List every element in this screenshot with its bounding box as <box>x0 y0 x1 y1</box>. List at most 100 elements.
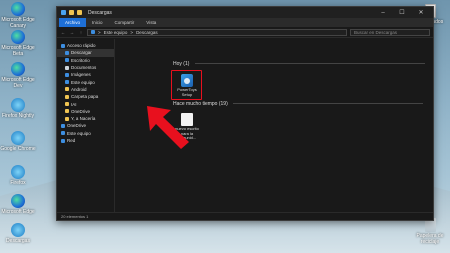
desktop-icon-label: Descargas <box>6 238 30 244</box>
sidebar-item-label: Imágenes <box>71 72 91 78</box>
computer-icon <box>91 30 95 34</box>
tab-inicio[interactable]: Inicio <box>86 18 109 27</box>
desktop-icon-label: Microsoft Edge <box>1 209 35 215</box>
sidebar-item[interactable]: Y, a Nacería <box>57 115 114 122</box>
group-header-label: Hoy (1) <box>173 61 190 67</box>
tab-vista[interactable]: Vista <box>140 18 162 27</box>
sidebar-item[interactable]: Descargar <box>57 49 114 57</box>
status-bar: 20 elementos 1 <box>57 212 433 220</box>
breadcrumb[interactable]: > Este equipo > Descargas <box>87 28 347 36</box>
quick-access-icon[interactable] <box>61 10 66 15</box>
globe-icon <box>11 165 25 179</box>
sidebar-item[interactable]: Imágenes <box>57 71 114 78</box>
sidebar-item[interactable]: IAI <box>57 100 114 107</box>
folder-icon <box>65 50 69 55</box>
ribbon-tabs: Archivo Inicio Compartir Vista <box>57 18 433 27</box>
desktop-icon[interactable]: Firefox Nightly <box>0 98 36 119</box>
sidebar-item-label: IAI <box>71 101 77 107</box>
desktop-icon[interactable]: Papelera de reciclaje <box>412 218 448 245</box>
minimize-button[interactable]: – <box>375 10 391 16</box>
sidebar-item[interactable]: OneDrive <box>57 108 114 115</box>
back-icon[interactable]: ← <box>60 30 66 35</box>
folder-icon <box>65 102 69 107</box>
sidebar-item[interactable]: Escritorio <box>57 57 114 64</box>
breadcrumb-separator: > <box>130 29 134 35</box>
highlight-box <box>171 70 202 100</box>
edge-icon <box>11 30 25 44</box>
tab-compartir[interactable]: Compartir <box>109 18 141 27</box>
desktop-icon-label: Microsoft Edge Canary <box>1 17 35 29</box>
tab-archivo[interactable]: Archivo <box>59 18 87 27</box>
group-divider <box>194 63 425 65</box>
globe-icon <box>11 131 25 145</box>
desktop-icon[interactable]: Microsoft Edge Beta <box>0 30 36 57</box>
folder-icon <box>69 10 74 15</box>
up-icon[interactable]: ↑ <box>78 30 84 35</box>
sidebar-item[interactable]: Acceso rápido <box>57 42 114 49</box>
folder-icon <box>77 10 82 15</box>
sidebar-item-label: Acceso rápido <box>67 43 96 49</box>
desktop-icon-label: Microsoft Edge Beta <box>1 45 35 57</box>
sidebar-item-label: Android <box>71 86 87 92</box>
edge-icon <box>11 2 25 16</box>
desktop-icon-label: Firefox Nightly <box>2 113 34 119</box>
edge-icon <box>11 194 25 208</box>
edge-icon <box>11 62 25 76</box>
breadcrumb-item[interactable]: Descargas <box>136 30 158 35</box>
sidebar-item-label: Carpeta papa <box>71 94 99 100</box>
desktop: Microsoft Edge Canary Microsoft Edge Beta… <box>0 0 450 253</box>
desktop-icon-label: Microsoft Edge Dev <box>1 77 35 89</box>
sidebar-item-label: Escritorio <box>71 57 90 63</box>
desktop-icon[interactable]: Google Chrome <box>0 131 36 152</box>
sidebar-item[interactable]: OneDrive <box>57 122 114 129</box>
desktop-icon-label: Papelera de reciclaje <box>416 233 444 245</box>
close-button[interactable]: ✕ <box>413 9 429 16</box>
folder-icon <box>65 109 69 114</box>
folder-icon <box>61 138 65 143</box>
breadcrumb-separator: > <box>98 29 101 35</box>
folder-icon <box>65 94 69 99</box>
breadcrumb-item[interactable]: Este equipo <box>104 30 128 35</box>
sidebar-item-label: Este equipo <box>67 130 91 136</box>
desktop-icon[interactable]: Microsoft Edge Dev <box>0 62 36 89</box>
sidebar-item-label: Y, a Nacería <box>71 116 96 122</box>
sidebar-item-label: Red <box>67 138 76 143</box>
desktop-icon-label: Google Chrome <box>0 146 36 152</box>
desktop-icon[interactable]: Firefox <box>0 165 36 186</box>
folder-icon <box>65 80 69 85</box>
group-divider <box>233 103 424 105</box>
folder-icon <box>61 43 65 48</box>
navigation-pane: Acceso rápido Descargar Escritorio Document… <box>57 39 115 212</box>
sidebar-item[interactable]: Carpeta papa <box>57 93 114 100</box>
file-explorer-window: Descargas – ☐ ✕ Archivo Inicio Compartir… <box>56 6 434 221</box>
folder-icon <box>61 131 65 136</box>
sidebar-item[interactable]: Este equipo <box>57 130 114 137</box>
group-header-today[interactable]: Hoy (1) <box>173 61 425 67</box>
sidebar-item[interactable]: Red <box>57 137 114 144</box>
desktop-icon[interactable]: Microsoft Edge <box>0 194 36 215</box>
address-bar: ← → ↑ > Este equipo > Descargas Buscar e… <box>57 27 433 38</box>
folder-icon <box>65 87 69 92</box>
folder-icon <box>65 72 69 77</box>
maximize-button[interactable]: ☐ <box>394 9 410 16</box>
folder-icon <box>65 58 69 63</box>
sidebar-item[interactable]: Android <box>57 86 114 93</box>
desktop-icon[interactable]: Descargas <box>0 223 36 244</box>
folder-icon <box>61 123 65 128</box>
folder-icon <box>65 65 69 70</box>
sidebar-item[interactable]: Documentos <box>57 64 114 71</box>
group-header-old[interactable]: Hace mucho tiempo (19) <box>173 101 424 107</box>
sidebar-item-label: OneDrive <box>71 108 91 114</box>
sidebar-item-label: Este equipo <box>71 79 95 85</box>
globe-icon <box>11 98 25 112</box>
desktop-icon-label: Firefox <box>10 180 26 186</box>
sidebar-item[interactable]: Este equipo <box>57 78 114 85</box>
folder-icon <box>65 116 69 121</box>
sidebar-item-label: OneDrive <box>67 123 87 129</box>
forward-icon[interactable]: → <box>69 30 75 35</box>
desktop-icon[interactable]: Microsoft Edge Canary <box>0 2 36 29</box>
window-title: Descargas <box>88 9 112 16</box>
search-input[interactable]: Buscar en Descargas <box>350 28 430 36</box>
arrow-pointer-icon <box>147 106 189 149</box>
title-bar: Descargas – ☐ ✕ <box>57 7 433 18</box>
